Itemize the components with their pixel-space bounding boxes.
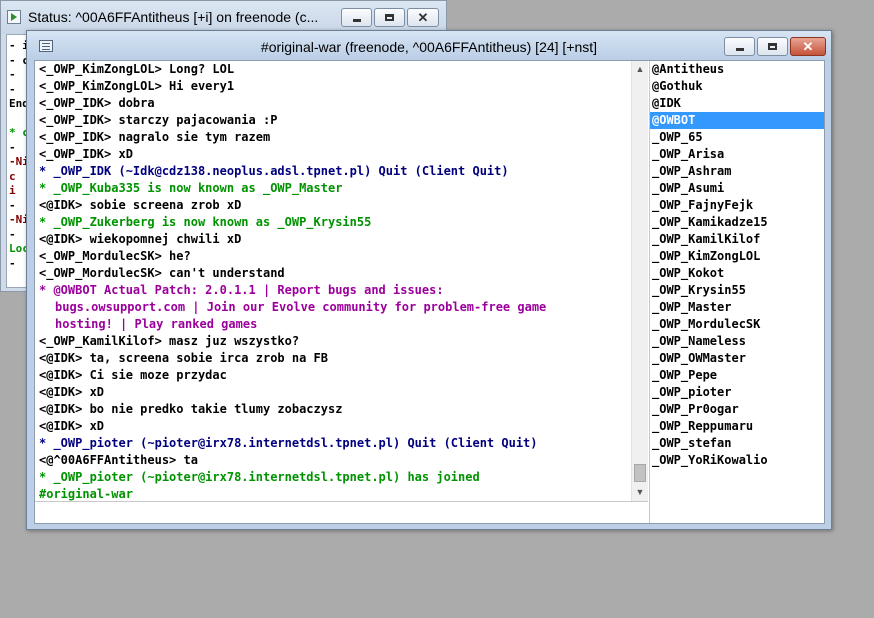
close-button[interactable]: ✕ (790, 37, 826, 56)
status-line: - (9, 256, 16, 270)
minimize-icon (735, 48, 744, 51)
message-line: <@IDK> Ci sie moze przydac (39, 368, 227, 382)
channel-titlebar[interactable]: #original-war (freenode, ^00A6FFAntitheu… (27, 31, 831, 61)
nick-item[interactable]: @Gothuk (650, 78, 824, 95)
message-line: <_OWP_IDK> starczy pajacowania :P (39, 113, 278, 127)
channel-window-title: #original-war (freenode, ^00A6FFAntitheu… (260, 39, 598, 55)
message-line: <@^00A6FFAntitheus> ta (39, 453, 198, 467)
message-line: * _OWP_Zukerberg is now known as _OWP_Kr… (39, 215, 372, 229)
close-icon: ✕ (802, 39, 814, 54)
maximize-button[interactable] (757, 37, 788, 56)
nick-item[interactable]: _OWP_stefan (650, 435, 824, 452)
nick-item[interactable]: @Antitheus (650, 61, 824, 78)
status-line: - (9, 227, 16, 241)
minimize-icon (352, 19, 361, 22)
message-line: <_OWP_KimZongLOL> Hi every1 (39, 79, 235, 93)
status-line: - (9, 198, 16, 212)
minimize-button[interactable] (724, 37, 755, 56)
message-line: * _OWP_pioter (~pioter@irx78.internetdsl… (39, 436, 538, 450)
scroll-down-icon[interactable]: ▼ (632, 484, 648, 500)
nick-list[interactable]: @Antitheus @Gothuk @IDK @OWBOT _OWP_65 _OWP_A… (649, 61, 824, 523)
status-app-icon[interactable] (7, 10, 21, 24)
nick-item[interactable]: _OWP_Pepe (650, 367, 824, 384)
nick-item[interactable]: _OWP_Reppumaru (650, 418, 824, 435)
message-line: * @OWBOT Actual Patch: 2.0.1.1 | Report … (39, 283, 444, 297)
message-line: <@IDK> sobie screena zrob xD (39, 198, 242, 212)
nick-item[interactable]: _OWP_Kokot (650, 265, 824, 282)
status-window-title: Status: ^00A6FFAntitheus [+i] on freenod… (28, 9, 319, 25)
message-area[interactable]: <_OWP_KimZongLOL> Long? LOL <_OWP_KimZong… (35, 61, 631, 501)
message-line: <@IDK> ta, screena sobie irca zrob na FB (39, 351, 328, 365)
scroll-up-icon[interactable]: ▲ (632, 61, 648, 77)
status-line: c (9, 169, 16, 183)
status-line: - (9, 82, 16, 96)
channel-content: <_OWP_KimZongLOL> Long? LOL <_OWP_KimZong… (34, 60, 825, 524)
maximize-icon (768, 43, 777, 50)
status-line: i (9, 184, 16, 197)
nick-item[interactable]: _OWP_KimZongLOL (650, 248, 824, 265)
nick-item[interactable]: _OWP_pioter (650, 384, 824, 401)
nick-item[interactable]: _OWP_MordulecSK (650, 316, 824, 333)
nick-item[interactable]: _OWP_Asumi (650, 180, 824, 197)
maximize-icon (385, 14, 394, 21)
status-line: - (9, 68, 16, 81)
message-scrollbar[interactable]: ▲ ▼ (631, 61, 648, 501)
nick-item[interactable]: @OWBOT (650, 112, 824, 129)
message-line: <@IDK> wiekopomnej chwili xD (39, 232, 242, 246)
message-line: <_OWP_KimZongLOL> Long? LOL (39, 62, 235, 76)
message-line: <_OWP_KamilKilof> masz juz wszystko? (39, 334, 300, 348)
nick-item[interactable]: _OWP_Kamikadze15 (650, 214, 824, 231)
nick-item[interactable]: _OWP_Arisa (650, 146, 824, 163)
message-line: #original-war (39, 487, 133, 501)
status-minimize-button[interactable] (341, 8, 372, 27)
message-input[interactable] (35, 502, 648, 523)
close-icon: ✕ (417, 10, 429, 25)
message-line: hosting! | Play ranked games (55, 317, 258, 331)
message-line: <@IDK> xD (39, 419, 105, 433)
nick-item[interactable]: _OWP_Pr0ogar (650, 401, 824, 418)
status-maximize-button[interactable] (374, 8, 405, 27)
message-line: <@IDK> bo nie predko takie tlumy zobaczy… (39, 402, 343, 416)
nick-item[interactable]: _OWP_KamilKilof (650, 231, 824, 248)
nick-item[interactable]: _OWP_FajnyFejk (650, 197, 824, 214)
message-log: <_OWP_KimZongLOL> Long? LOL <_OWP_KimZong… (39, 61, 631, 501)
message-line: * _OWP_IDK (~Idk@cdz138.neoplus.adsl.tpn… (39, 164, 509, 178)
nick-item[interactable]: _OWP_YoRiKowalio (650, 452, 824, 469)
nick-item[interactable]: _OWP_Nameless (650, 333, 824, 350)
message-line: <_OWP_IDK> xD (39, 147, 133, 161)
message-line: bugs.owsupport.com | Join our Evolve com… (55, 300, 547, 314)
message-line: * _OWP_pioter (~pioter@irx78.internetdsl… (39, 470, 480, 484)
message-line: <_OWP_IDK> dobra (39, 96, 155, 110)
nick-item[interactable]: _OWP_65 (650, 129, 824, 146)
channel-window[interactable]: #original-war (freenode, ^00A6FFAntitheu… (26, 30, 832, 530)
status-close-button[interactable]: ✕ (407, 8, 439, 27)
scrollbar-thumb[interactable] (634, 464, 646, 482)
nick-item[interactable]: _OWP_Ashram (650, 163, 824, 180)
nick-item[interactable]: _OWP_OWMaster (650, 350, 824, 367)
message-line: <@IDK> xD (39, 385, 105, 399)
status-line: - (9, 140, 16, 154)
nick-item[interactable]: _OWP_Krysin55 (650, 282, 824, 299)
message-line: <_OWP_MordulecSK> can't understand (39, 266, 285, 280)
message-line: <_OWP_IDK> nagralo sie tym razem (39, 130, 271, 144)
nick-item[interactable]: _OWP_Master (650, 299, 824, 316)
nick-item[interactable]: @IDK (650, 95, 824, 112)
message-line: * _OWP_Kuba335 is now known as _OWP_Mast… (39, 181, 343, 195)
message-line: <_OWP_MordulecSK> he? (39, 249, 191, 263)
